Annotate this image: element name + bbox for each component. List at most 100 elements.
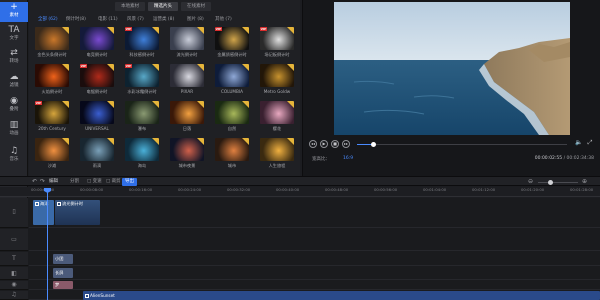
template-thumbnail [170,27,204,50]
video-preview[interactable] [334,2,570,135]
sidebar-item-transition[interactable]: ⇄ 转场 [0,48,28,68]
template-thumbnail [260,138,294,161]
ruler-tick-label: 00:00:32:00 [227,187,251,192]
template-tile[interactable]: 金色头条倒计时 [35,27,69,62]
category-scenery[interactable]: 风景 (7) [127,16,153,24]
next-frame-button[interactable]: ▸▸ [342,140,350,148]
template-tile[interactable]: 雨滴 [80,138,114,173]
template-tile[interactable]: UNIVERSAL [80,101,114,136]
previous-frame-button[interactable]: ◂◂ [309,140,317,148]
clip-name: 梦 [55,282,60,287]
sidebar-item-element[interactable]: ▥ 动画 [0,120,28,140]
template-caption: 樱花 [272,126,282,131]
speed-button[interactable]: □ 变速 [87,178,102,186]
video-clip[interactable]: 流光倒计时 [55,200,100,225]
zoom-in-icon[interactable]: ⊕ [582,178,587,186]
category-countdown[interactable]: 倒计时(8) [66,16,98,24]
template-tile[interactable]: VIP 电锯倒计时 [80,64,114,99]
template-tile[interactable]: 流光倒计时 [170,27,204,62]
stop-button[interactable]: ■ [331,140,339,148]
playback-progress-bar[interactable] [357,141,567,147]
download-corner-icon [107,64,114,71]
template-tile[interactable]: 沙滩 [35,138,69,173]
template-tile[interactable]: Metro Goldw [260,64,294,99]
template-thumbnail: VIP [215,27,249,50]
template-tile[interactable]: 日落 [170,101,204,136]
zoom-out-icon[interactable]: ⊖ [528,178,533,186]
audio-clip[interactable]: AlienSunset [83,291,600,300]
edit-button[interactable]: 编辑 [49,178,58,186]
crop-button[interactable]: □ 裁剪 [106,178,121,186]
template-tile[interactable]: COLUMBIA [215,64,249,99]
template-caption: 流光倒计时 [176,52,198,57]
template-caption: 水彩冰霜倒计时 [127,89,157,94]
video-clip[interactable]: 海洋 [33,200,54,225]
pip-track-icon: ▭ [11,236,17,243]
sidebar-item-overlay[interactable]: ◉ 叠附 [0,96,28,116]
timeline-toolbar: ↶ ↷ 编辑 分割 □ 变速 □ 裁剪 导出 ⊖ ⊕ [0,176,600,186]
checkbox-icon [85,293,89,298]
template-caption: 金属质感倒计时 [217,52,247,57]
template-tile[interactable]: 樱花 [260,101,294,136]
template-caption: 日落 [182,126,192,131]
playhead[interactable] [47,192,48,300]
template-thumbnail [35,27,69,50]
zoom-slider[interactable] [538,182,578,183]
ruler-tick-label: 00:01:12:00 [472,187,496,192]
template-tile[interactable]: 人生旅程 [260,138,294,173]
category-other[interactable]: 其他 (7) [215,16,243,24]
download-corner-icon [242,138,249,145]
redo-icon[interactable]: ↷ [40,178,45,186]
export-button[interactable]: 导出 [122,178,137,186]
volume-icon[interactable]: 🔈 [575,140,583,148]
ruler-tick-label: 00:01:04:00 [423,187,447,192]
sidebar-item-filter[interactable]: ☁ 滤镜 [0,72,28,92]
template-tile[interactable]: VIP 水彩冰霜倒计时 [125,64,159,99]
template-tile[interactable]: 城市 [215,138,249,173]
text-track: 小团 [29,252,600,266]
template-tile[interactable]: 自然 [215,101,249,136]
aspect-ratio-select[interactable]: 16:9 [343,156,353,161]
fullscreen-icon[interactable]: ⤢ [586,140,594,148]
tab-local-media[interactable]: 本地素材 [115,2,145,11]
media-library-panel: 本地素材 精选片头 在线素材 全部 (62) 倒计时(8) 电影 (11) 风景… [29,0,300,176]
zoom-slider-handle[interactable] [548,180,553,185]
sidebar-item-text[interactable]: TA 文字 [0,25,28,45]
template-tile[interactable]: PIXAR [170,64,204,99]
template-tile[interactable]: VIP 金属质感倒计时 [215,27,249,62]
progress-handle[interactable] [371,141,377,147]
total-time: 00:02:34:38 [566,156,594,161]
sidebar-item-media[interactable]: + 素材 [0,2,28,22]
template-tile[interactable]: 海岛 [125,138,159,173]
play-button[interactable]: ▶ [320,140,328,148]
split-button[interactable]: 分割 [70,178,79,186]
timeline-tracks: ▯ 海洋 流光倒计时 ▭ T 小团 ◧ 长屏 ◉ 梦 ♫ AlienSunset [0,198,600,300]
template-caption: 海岛 [137,163,147,168]
tab-online-media[interactable]: 在线素材 [181,2,211,11]
text-clip[interactable]: 小团 [53,254,73,264]
template-tile[interactable]: 火焰倒计时 [35,64,69,99]
tab-featured-intros[interactable]: 精选片头 [148,2,178,11]
category-operations[interactable]: 运营类 (8) [153,16,187,24]
sidebar-item-music[interactable]: ♫ 音乐 [0,146,28,166]
template-tile[interactable]: VIP 科技感倒计时 [125,27,159,62]
ruler-tick-label: 00:00:24:00 [178,187,202,192]
undo-icon[interactable]: ↶ [32,178,37,186]
download-corner-icon [107,138,114,145]
template-tile[interactable]: 电竞倒计时 [80,27,114,62]
subtitle-clip[interactable]: 长屏 [53,268,73,278]
template-tile[interactable]: 城市夜景 [170,138,204,173]
template-thumbnail [80,101,114,124]
template-tile[interactable]: 瀑布 [125,101,159,136]
timeline-ruler[interactable]: 00:00:00:00 00:00:08:00 00:00:16:00 00:00:2… [0,187,600,197]
overlay-clip[interactable]: 梦 [53,281,73,289]
music-icon: ♫ [9,146,19,156]
video-track-header: ▯ [0,198,28,228]
overlay-track-icon: ◉ [11,281,17,288]
template-tile[interactable]: VIP 场记板倒计时 [260,27,294,62]
download-corner-icon [62,101,69,108]
category-image[interactable]: 图片 (8) [187,16,215,24]
template-tile[interactable]: VIP 20th Century [35,101,69,136]
category-all[interactable]: 全部 (62) [38,16,66,24]
category-movie[interactable]: 电影 (11) [98,16,127,24]
